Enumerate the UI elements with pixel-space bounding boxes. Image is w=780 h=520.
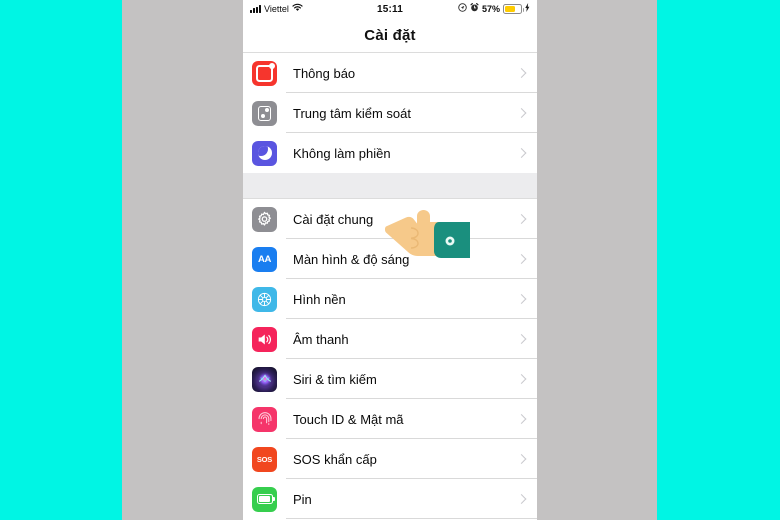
row-label: Siri & tìm kiếm <box>293 371 377 387</box>
row-label: Cài đặt chung <box>293 211 374 227</box>
settings-row-general[interactable]: Cài đặt chung <box>243 199 537 239</box>
battery-percent-label: 57% <box>481 4 500 14</box>
chevron-right-icon <box>516 374 527 384</box>
row-label: Không làm phiền <box>293 145 391 161</box>
chevron-right-icon <box>516 254 527 264</box>
settings-row-notifications[interactable]: Thông báo <box>243 53 537 93</box>
lightning-bolt-icon <box>525 3 530 15</box>
page-title: Cài đặt <box>364 26 416 44</box>
settings-row-siri-search[interactable]: Siri & tìm kiếm <box>243 359 537 399</box>
settings-row-battery[interactable]: Pin <box>243 479 537 519</box>
settings-row-display-brightness[interactable]: AA Màn hình & độ sáng <box>243 239 537 279</box>
wallpaper-icon <box>252 286 277 312</box>
aa-glyph-label: AA <box>257 253 272 265</box>
row-label: Trung tâm kiểm soát <box>293 105 412 121</box>
control-center-icon <box>252 100 277 126</box>
settings-row-control-center[interactable]: Trung tâm kiểm soát <box>243 93 537 133</box>
navigation-bar: Cài đặt <box>243 18 537 53</box>
settings-row-sounds[interactable]: Âm thanh <box>243 319 537 359</box>
sos-glyph-label: SOS <box>256 454 273 464</box>
battery-icon <box>252 486 277 512</box>
display-brightness-aa-icon: AA <box>252 246 277 272</box>
row-label: Thông báo <box>293 65 356 81</box>
chevron-right-icon <box>516 214 527 224</box>
left-gray-band <box>122 0 243 520</box>
chevron-right-icon <box>516 334 527 344</box>
group-separator <box>243 173 537 199</box>
phone-screen: Viettel 15:11 57% Cài đặt Thông báo Trun… <box>243 0 537 520</box>
alarm-clock-icon <box>470 3 479 15</box>
sound-speaker-icon <box>252 326 277 352</box>
battery-icon <box>503 4 524 14</box>
chevron-right-icon <box>516 108 527 118</box>
notification-icon <box>252 60 277 86</box>
chevron-right-icon <box>516 454 527 464</box>
chevron-right-icon <box>516 148 527 158</box>
row-label: Touch ID & Mật mã <box>293 411 404 427</box>
siri-icon <box>252 366 277 392</box>
row-label: Âm thanh <box>293 331 349 347</box>
row-label: SOS khẩn cấp <box>293 451 377 467</box>
settings-row-wallpaper[interactable]: Hình nền <box>243 279 537 319</box>
chevron-right-icon <box>516 68 527 78</box>
location-arrow-icon <box>458 3 467 15</box>
fingerprint-icon <box>252 406 277 432</box>
sos-icon: SOS <box>252 446 277 472</box>
right-gray-band <box>537 0 657 520</box>
do-not-disturb-moon-icon <box>252 140 277 166</box>
settings-row-do-not-disturb[interactable]: Không làm phiền <box>243 133 537 173</box>
gear-icon <box>252 206 277 232</box>
chevron-right-icon <box>516 414 527 424</box>
row-label: Màn hình & độ sáng <box>293 251 410 267</box>
screenshot-canvas: Viettel 15:11 57% Cài đặt Thông báo Trun… <box>0 0 780 520</box>
settings-list: Thông báo Trung tâm kiểm soát Không làm … <box>243 53 537 519</box>
status-bar: Viettel 15:11 57% <box>243 0 537 18</box>
status-bar-right: 57% <box>458 3 530 15</box>
chevron-right-icon <box>516 294 527 304</box>
row-label: Hình nền <box>293 291 346 307</box>
settings-row-touch-id-passcode[interactable]: Touch ID & Mật mã <box>243 399 537 439</box>
settings-row-emergency-sos[interactable]: SOS SOS khẩn cấp <box>243 439 537 479</box>
chevron-right-icon <box>516 494 527 504</box>
row-label: Pin <box>293 491 312 507</box>
